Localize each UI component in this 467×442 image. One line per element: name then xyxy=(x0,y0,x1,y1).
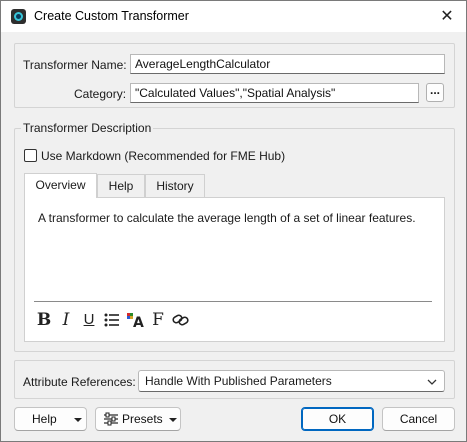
font-color-button[interactable]: A xyxy=(125,310,145,331)
overview-text-editor[interactable]: A transformer to calculate the average l… xyxy=(34,206,432,302)
underline-button[interactable]: U xyxy=(79,310,99,330)
attribute-references-value: Handle With Published Parameters xyxy=(145,374,332,388)
bulleted-list-icon xyxy=(104,313,119,327)
underline-icon: U xyxy=(83,311,95,328)
ok-button[interactable]: OK xyxy=(301,407,374,431)
font-button[interactable]: F xyxy=(148,310,168,330)
font-icon: F xyxy=(152,310,164,330)
close-icon: ✕ xyxy=(440,8,454,25)
presets-button[interactable]: Presets xyxy=(95,407,181,431)
link-icon xyxy=(172,314,189,326)
window-title: Create Custom Transformer xyxy=(34,9,189,23)
transformer-name-label: Transformer Name: xyxy=(23,58,127,72)
bold-button[interactable]: B xyxy=(34,310,54,330)
category-input[interactable]: "Calculated Values","Spatial Analysis" xyxy=(130,83,419,103)
bold-icon: B xyxy=(36,310,52,330)
presets-dropdown-caret-icon xyxy=(169,418,177,422)
bulleted-list-button[interactable] xyxy=(102,310,122,330)
cancel-button[interactable]: Cancel xyxy=(382,407,455,431)
italic-button[interactable]: I xyxy=(56,310,76,330)
category-label: Category: xyxy=(74,87,127,101)
help-button-label: Help xyxy=(32,412,57,426)
attribute-references-label: Attribute References: xyxy=(23,375,136,389)
create-custom-transformer-dialog: Create Custom Transformer ✕ Transformer … xyxy=(0,0,467,442)
italic-icon: I xyxy=(62,310,70,330)
help-button[interactable]: Help xyxy=(14,407,87,431)
tab-overview[interactable]: Overview xyxy=(24,173,97,198)
use-markdown-label: Use Markdown (Recommended for FME Hub) xyxy=(41,149,286,163)
close-button[interactable]: ✕ xyxy=(434,5,460,29)
fme-app-icon xyxy=(11,9,26,24)
presets-button-label: Presets xyxy=(122,412,163,426)
tab-history[interactable]: History xyxy=(145,174,205,198)
title-bar: Create Custom Transformer ✕ xyxy=(1,1,466,32)
description-section-title: Transformer Description xyxy=(21,121,154,135)
link-button[interactable] xyxy=(171,310,191,330)
svg-text:A: A xyxy=(133,315,144,329)
category-browse-button[interactable]: ... xyxy=(426,83,444,102)
help-dropdown-caret-icon xyxy=(74,418,82,422)
chevron-down-icon xyxy=(427,379,437,385)
use-markdown-checkbox[interactable] xyxy=(24,149,37,162)
font-color-icon: A xyxy=(127,313,144,331)
attribute-references-select[interactable]: Handle With Published Parameters xyxy=(138,370,445,392)
tab-help[interactable]: Help xyxy=(97,174,145,198)
sliders-icon xyxy=(104,412,118,426)
transformer-name-input[interactable]: AverageLengthCalculator xyxy=(130,54,445,74)
